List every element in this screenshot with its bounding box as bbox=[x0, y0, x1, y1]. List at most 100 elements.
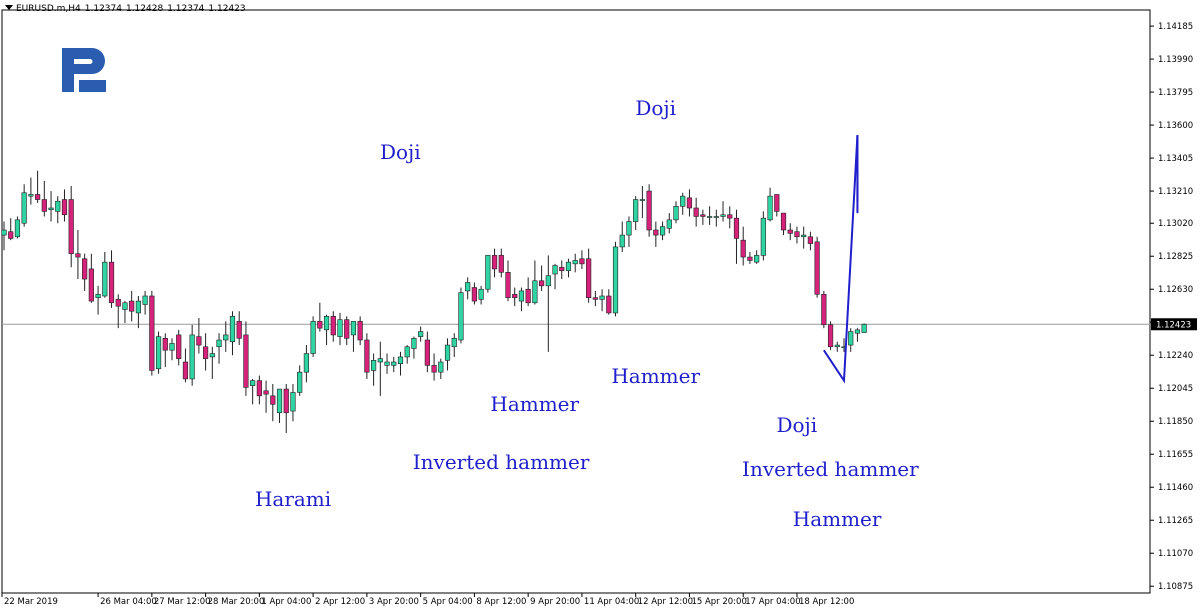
candle-body bbox=[586, 258, 592, 298]
candle-body bbox=[1, 229, 7, 236]
candle-body bbox=[88, 268, 94, 302]
candle-body bbox=[646, 190, 652, 231]
candle-body bbox=[592, 297, 598, 300]
candle-body bbox=[491, 255, 498, 270]
x-tick-label: 28 Mar 20:00 bbox=[208, 597, 265, 607]
candle-body bbox=[821, 294, 827, 326]
chart-window: 1.14185 1.13990 1.13795 1.13600 1.13405 1.132… bbox=[0, 0, 1200, 611]
candle-body bbox=[572, 260, 578, 265]
candle-body bbox=[774, 194, 780, 212]
candle-body bbox=[169, 343, 175, 351]
x-tick-label: 3 Apr 20:00 bbox=[369, 597, 419, 607]
x-tick-label: 8 Apr 12:00 bbox=[476, 597, 526, 607]
candle-body bbox=[404, 346, 410, 358]
candle-body bbox=[431, 365, 437, 373]
candle-body bbox=[149, 295, 155, 371]
candle-body bbox=[182, 361, 189, 380]
x-tick-label: 5 Apr 04:00 bbox=[423, 597, 473, 607]
ohlc-open: 1.12374 bbox=[84, 4, 122, 14]
pattern-annotation: Doji bbox=[635, 96, 677, 121]
candle-body bbox=[720, 214, 726, 217]
candle-body bbox=[801, 234, 807, 238]
plot-frame bbox=[1, 9, 1151, 594]
candle-body bbox=[364, 339, 370, 373]
candle-body bbox=[196, 336, 202, 346]
candle-body bbox=[283, 388, 289, 414]
x-tick-label: 9 Apr 20:00 bbox=[530, 597, 580, 607]
y-tick-label: 1.11655 bbox=[1158, 450, 1193, 460]
candle-body bbox=[176, 334, 182, 359]
candle-body bbox=[297, 371, 303, 393]
y-tick-label: 1.13990 bbox=[1158, 55, 1193, 65]
pattern-annotation: Harami bbox=[254, 487, 332, 512]
candle-body bbox=[330, 316, 336, 336]
candle-body bbox=[485, 255, 491, 290]
candle-body bbox=[263, 390, 269, 395]
candle-body bbox=[458, 292, 464, 341]
y-tick-label: 1.12045 bbox=[1158, 384, 1193, 394]
y-tick-label: 1.12240 bbox=[1158, 351, 1193, 361]
candle-body bbox=[391, 361, 397, 366]
candle-body bbox=[747, 256, 753, 261]
candle-body bbox=[310, 321, 316, 354]
candle-body bbox=[344, 319, 350, 339]
candle-body bbox=[659, 226, 666, 236]
candle-body bbox=[451, 338, 457, 348]
candle-body bbox=[55, 200, 61, 212]
y-tick-label: 1.12825 bbox=[1158, 252, 1193, 262]
candle-body bbox=[48, 207, 54, 210]
brand-logo-icon bbox=[62, 48, 106, 92]
candle-body bbox=[370, 360, 377, 371]
candle-body bbox=[397, 356, 404, 364]
candle-body bbox=[754, 255, 760, 263]
candle-body bbox=[498, 255, 504, 273]
candle-body bbox=[861, 323, 867, 333]
x-tick-label: 15 Apr 20:00 bbox=[691, 597, 746, 607]
candle-body bbox=[424, 339, 430, 366]
y-tick-label: 1.13020 bbox=[1158, 219, 1193, 229]
candle-body bbox=[317, 321, 323, 329]
candle-body bbox=[122, 302, 128, 310]
candle-body bbox=[357, 321, 363, 341]
candle-body bbox=[740, 239, 746, 258]
x-tick-label: 22 Mar 2019 bbox=[4, 597, 58, 607]
candle-body bbox=[471, 287, 478, 302]
candle-body bbox=[518, 290, 525, 302]
candle-body bbox=[129, 300, 135, 312]
candle-body bbox=[478, 288, 484, 300]
candle-body bbox=[633, 199, 639, 222]
candle-body bbox=[155, 336, 162, 370]
candle-body bbox=[787, 229, 793, 234]
candle-body bbox=[270, 395, 276, 405]
candle-body bbox=[323, 316, 330, 331]
candle-body bbox=[666, 219, 672, 229]
candle-body bbox=[223, 334, 229, 341]
y-tick-label: 1.11460 bbox=[1158, 483, 1193, 493]
candle-body bbox=[512, 294, 518, 298]
candle-body bbox=[303, 353, 310, 373]
candle-body bbox=[14, 219, 21, 238]
y-tick-label: 1.13405 bbox=[1158, 154, 1193, 164]
candle-body bbox=[209, 353, 215, 358]
candle-body bbox=[653, 229, 659, 236]
candle-body bbox=[686, 197, 693, 209]
candle-body bbox=[384, 361, 390, 366]
candle-body bbox=[68, 199, 74, 254]
candle-body bbox=[612, 246, 619, 314]
candle-body bbox=[505, 272, 511, 298]
y-tick-label: 1.14185 bbox=[1158, 22, 1193, 32]
candle-body bbox=[767, 195, 773, 221]
candle-body bbox=[236, 321, 242, 339]
pattern-annotation: Hammer bbox=[792, 507, 882, 532]
candle-body bbox=[760, 217, 766, 256]
candle-body bbox=[606, 295, 612, 314]
candle-body bbox=[733, 217, 740, 239]
y-tick-label: 1.13795 bbox=[1158, 88, 1193, 98]
dropdown-triangle-icon[interactable] bbox=[5, 5, 13, 10]
candle-body bbox=[626, 221, 632, 236]
candle-body bbox=[276, 388, 283, 414]
ohlc-close: 1.12423 bbox=[208, 4, 246, 14]
y-tick-label: 1.11850 bbox=[1158, 417, 1193, 427]
pattern-annotation: Hammer bbox=[490, 392, 580, 417]
candle-body bbox=[680, 195, 686, 207]
